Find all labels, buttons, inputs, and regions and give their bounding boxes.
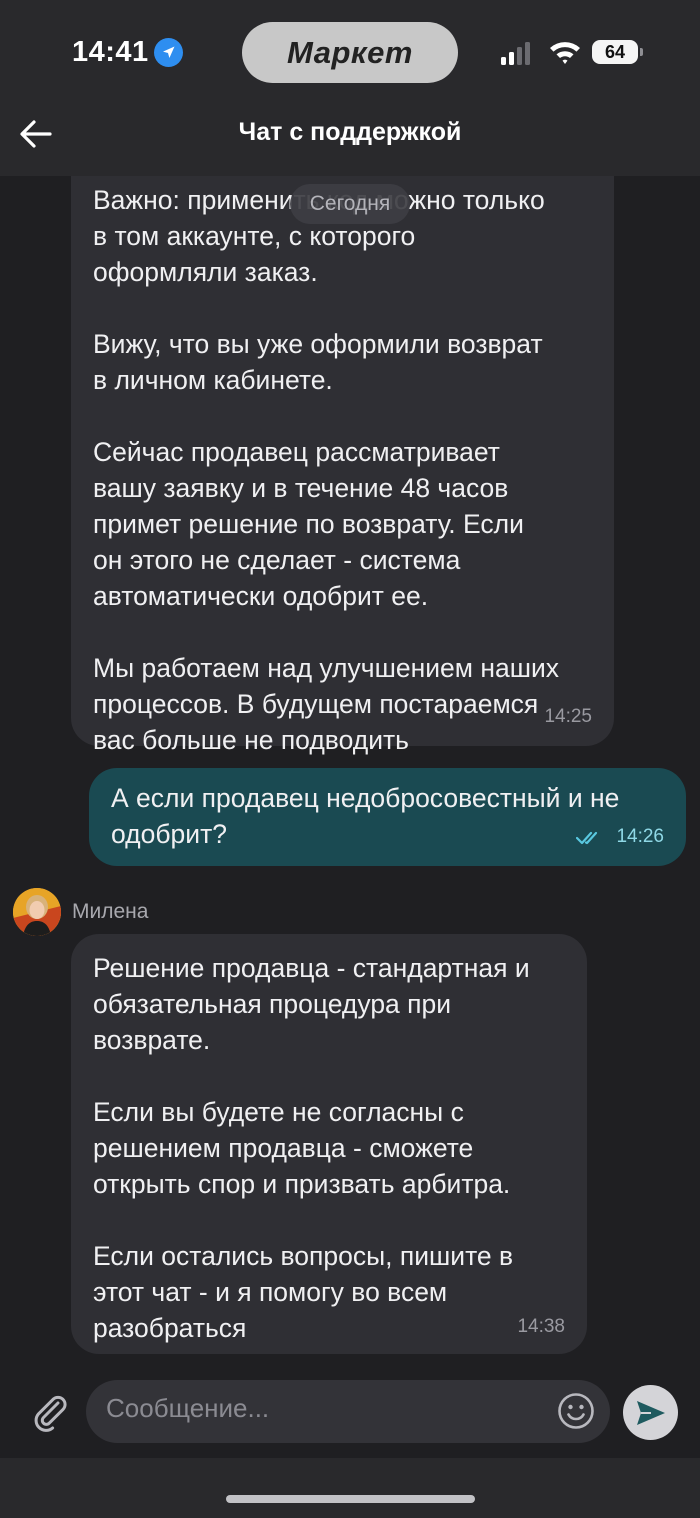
cellular-signal-icon [501, 42, 530, 65]
paperclip-icon[interactable] [28, 1390, 70, 1432]
message-bubble-outgoing[interactable]: А если продавец недобросовестный и не од… [89, 768, 686, 866]
message-bubble-incoming[interactable]: Важно: применить код можно только в том … [71, 176, 614, 755]
bottom-safe-area [0, 1458, 700, 1518]
message-bubble-incoming[interactable]: Решение продавца - стандартная и обязате… [71, 934, 587, 1354]
sender-name: Милена [72, 900, 149, 923]
chat-title: Чат с поддержкой [238, 118, 462, 146]
read-checkmarks-icon [576, 831, 598, 845]
wifi-icon [550, 42, 580, 64]
message-time: 14:38 [517, 1316, 565, 1337]
message-text: Важно: применить код можно только в том … [93, 185, 560, 755]
smiley-icon[interactable] [557, 1392, 595, 1430]
location-arrow-icon [154, 38, 183, 67]
message-text: Решение продавца - стандартная и обязате… [93, 953, 530, 1343]
battery-cap [640, 48, 643, 56]
send-arrow-icon [637, 1401, 665, 1425]
chat-history[interactable]: Важно: применить код можно только в том … [0, 176, 700, 1380]
battery-icon: 64 [592, 40, 638, 64]
home-indicator[interactable] [226, 1495, 475, 1503]
status-time: 14:41 [72, 36, 149, 68]
message-time: 14:25 [544, 706, 592, 727]
market-logo[interactable]: Маркет [242, 22, 458, 83]
date-divider: Сегодня [290, 184, 410, 224]
agent-avatar[interactable] [13, 888, 61, 936]
send-button[interactable] [623, 1385, 678, 1440]
message-time: 14:26 [616, 826, 664, 847]
message-input-placeholder: Сообщение... [106, 1393, 270, 1423]
